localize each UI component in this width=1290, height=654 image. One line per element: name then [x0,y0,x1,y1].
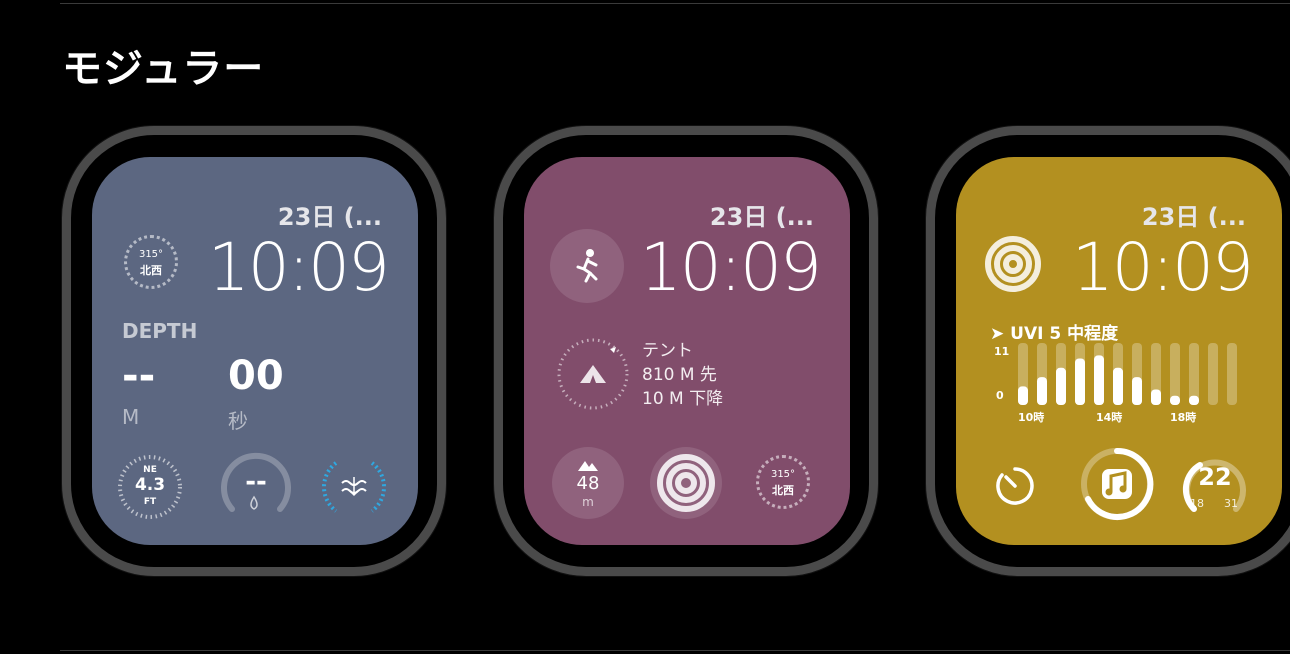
uv-axis-min: 0 [996,389,1004,402]
activity-rings-icon [657,454,715,512]
depth-label: DEPTH [122,319,198,343]
watch-screen: 23日 (... 10:09 ➤ UVI 5 中程度 11 0 10時 14時 … [956,157,1282,545]
uv-bar [1037,377,1047,405]
date-complication[interactable]: 23日 (... [278,197,382,232]
uv-bar [1170,395,1180,405]
waypoint-details: テント 810 M 先 10 M 下降 [642,339,723,411]
depth-unit: M [122,405,140,429]
watch-face-modular-blue[interactable]: 23日 (... 10:09 315° 北西 DEPTH -- 00 M 秒 N… [62,126,446,576]
top-divider [60,3,1290,4]
uv-level: 中程度 [1067,324,1119,344]
uv-header[interactable]: ➤ UVI 5 中程度 [990,319,1118,344]
section-title: モジュラー [62,46,265,92]
compass-degrees: 315° [770,469,796,480]
uv-bar [1132,377,1142,405]
now-playing-complication[interactable] [1078,445,1156,523]
uv-bar-track [1208,343,1218,405]
uv-bar [1151,389,1161,405]
activity-rings-icon [985,236,1041,292]
uv-bar [1189,395,1199,405]
time-display: 10:09 [639,229,822,306]
location-arrow-icon: ➤ [990,324,1005,344]
uv-bar [1094,355,1104,405]
watch-face-modular-gold[interactable]: 23日 (... 10:09 ➤ UVI 5 中程度 11 0 10時 14時 … [926,126,1290,576]
depth-value: -- [122,353,156,399]
waypoint-name: テント [642,341,693,361]
seconds-unit: 秒 [228,409,248,433]
compass-degrees: 315° [138,249,164,260]
temperature-high: 31 [1224,497,1238,510]
uv-bar-track [1227,343,1237,405]
compass-complication[interactable]: 315° 北西 [124,235,178,289]
uv-time-label: 14時 [1096,411,1123,424]
depth-gauge-complication[interactable]: NE 4.3 FT [114,451,186,523]
gauge-heading: NE [143,465,157,475]
date-complication[interactable]: 23日 (... [710,197,814,232]
temperature-low: 18 [1190,497,1204,510]
seconds-value: 00 [228,353,284,399]
compass-direction: 北西 [140,264,162,277]
uv-bar [1075,358,1085,405]
compass-complication[interactable]: 315° 北西 [756,455,810,509]
elevation-unit: m [582,495,594,509]
tent-waypoint-icon [557,338,629,410]
uv-bar [1056,367,1066,405]
watch-face-modular-purple[interactable]: 23日 (... 10:09 テント 810 M 先 10 M 下降 48 m … [494,126,878,576]
uv-time-label: 18時 [1170,411,1197,424]
elevation-complication[interactable]: 48 m [552,447,624,519]
activity-rings-complication[interactable] [982,233,1044,295]
music-note-icon [1081,447,1154,520]
compass-direction: 北西 [772,484,794,497]
water-waves-icon [322,461,386,513]
running-figure-icon [576,249,598,283]
waypoint-compass-complication[interactable] [554,335,632,413]
date-complication[interactable]: 23日 (... [1142,197,1246,232]
watch-screen: 23日 (... 10:09 テント 810 M 先 10 M 下降 48 m … [524,157,850,545]
time-display: 10:09 [1071,229,1254,306]
bottom-divider [60,650,1290,651]
activity-rings-complication[interactable] [650,447,722,519]
gauge-unit: FT [143,497,157,507]
uv-time-label: 10時 [1018,411,1045,424]
uv-bar [1113,367,1123,405]
time-display: 10:09 [207,229,390,306]
uv-axis-max: 11 [994,345,1010,358]
gauge-value: 4.3 [134,475,166,495]
timer-icon [996,467,1034,505]
watch-screen: 23日 (... 10:09 315° 北西 DEPTH -- 00 M 秒 N… [92,157,418,545]
waypoint-distance: 810 M 先 [642,365,717,385]
uv-bar [1018,386,1028,405]
temperature-complication[interactable]: 22 18 31 [1180,449,1250,519]
workout-complication[interactable] [550,229,624,303]
timer-complication[interactable] [992,463,1038,509]
water-temperature-complication[interactable]: -- [218,447,291,519]
tide-complication[interactable] [318,451,390,523]
elevation-value: 48 [576,473,600,494]
water-temp-value: -- [245,467,267,497]
uv-label: UVI 5 [1010,324,1062,344]
uv-index-chart [1018,343,1237,405]
temperature-value: 22 [1198,463,1232,491]
waypoint-elevation: 10 M 下降 [642,389,724,409]
